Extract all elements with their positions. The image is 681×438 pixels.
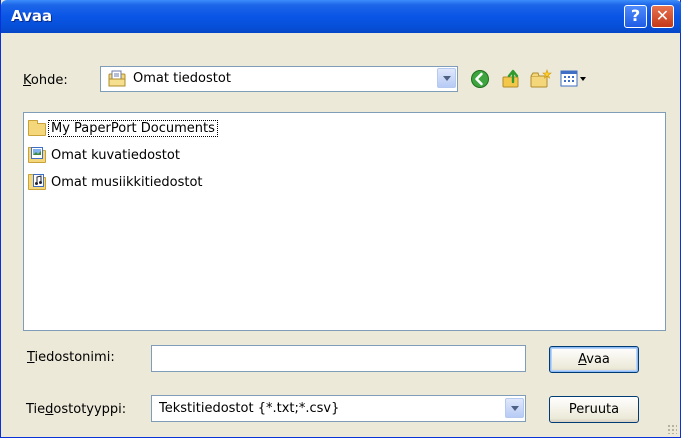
filename-label: Tiedostonimi:	[27, 350, 115, 365]
location-value: Omat tiedostot	[133, 71, 231, 86]
filetype-label: Tiedostotyyppi:	[26, 402, 127, 417]
open-dialog: Avaa ? ✕ Kohde: Omat tiedostot My PaperP…	[0, 0, 681, 438]
list-item-label: Omat musiikkitiedostot	[51, 174, 203, 190]
list-item-label: My PaperPort Documents	[48, 119, 218, 137]
list-item[interactable]: Omat kuvatiedostot	[27, 144, 182, 166]
list-item[interactable]: Omat musiikkitiedostot	[27, 171, 205, 193]
open-button[interactable]: Avaa	[549, 346, 639, 373]
window-title: Avaa	[11, 7, 53, 25]
chevron-down-icon[interactable]	[437, 68, 456, 88]
views-menu-icon[interactable]	[560, 69, 588, 89]
resize-grip[interactable]	[667, 424, 677, 434]
new-folder-icon[interactable]	[530, 69, 552, 89]
help-button[interactable]: ?	[624, 5, 647, 28]
back-icon[interactable]	[470, 69, 490, 89]
file-list[interactable]: My PaperPort Documents Omat kuvatiedosto…	[23, 112, 666, 331]
cancel-button[interactable]: Peruuta	[549, 396, 639, 423]
up-folder-icon[interactable]	[501, 68, 521, 88]
close-icon: ✕	[655, 6, 670, 25]
folder-icon	[27, 119, 47, 137]
location-label: Kohde:	[23, 73, 68, 88]
list-item[interactable]: My PaperPort Documents	[27, 117, 218, 139]
music-folder-icon	[27, 173, 47, 191]
title-bar[interactable]: Avaa ? ✕	[1, 0, 681, 33]
pictures-folder-icon	[27, 146, 47, 164]
filetype-select[interactable]: Tekstitiedostot {*.txt;*.csv}	[151, 395, 526, 422]
location-combo[interactable]: Omat tiedostot	[100, 66, 458, 92]
chevron-down-icon[interactable]	[505, 398, 524, 418]
close-button[interactable]: ✕	[651, 5, 674, 28]
my-documents-icon	[107, 70, 127, 88]
filename-input[interactable]	[151, 345, 526, 372]
filetype-value: Tekstitiedostot {*.txt;*.csv}	[159, 401, 340, 416]
list-item-label: Omat kuvatiedostot	[51, 147, 180, 163]
